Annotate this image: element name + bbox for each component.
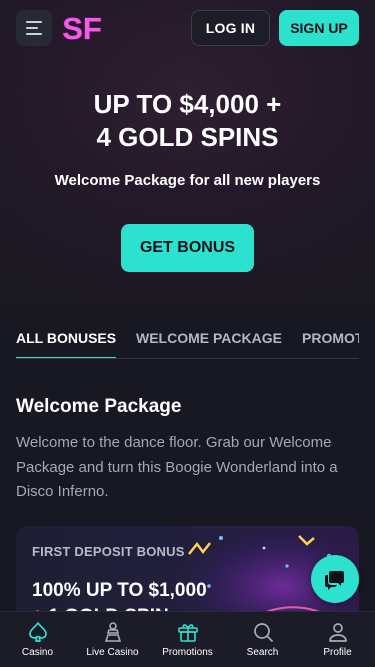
bottom-nav: Casino Live Casino Promotions Search Pro…: [0, 611, 375, 667]
tab-all-bonuses[interactable]: ALL BONUSES: [16, 330, 117, 358]
hero-title-line1: UP TO $4,000 +: [93, 89, 282, 119]
menu-button[interactable]: [16, 10, 52, 46]
search-icon: [253, 623, 273, 642]
dealer-icon: [104, 622, 121, 642]
section-description: Welcome to the dance floor. Grab our Wel…: [16, 434, 338, 500]
spade-icon: [28, 622, 47, 642]
nav-label-casino: Casino: [21, 647, 54, 658]
card-title-line1: 100% UP TO $1,000: [32, 580, 207, 601]
signup-button[interactable]: SIGN UP: [279, 10, 359, 46]
nav-label-live-casino: Live Casino: [86, 647, 139, 658]
logo[interactable]: SF: [60, 10, 104, 46]
nav-item-promotions[interactable]: Promotions: [150, 612, 225, 667]
nav-label-promotions: Promotions: [162, 647, 213, 658]
nav-item-profile[interactable]: Profile: [300, 612, 375, 667]
section-title: Welcome Package: [16, 396, 182, 417]
hamburger-menu-icon: [26, 21, 42, 23]
gift-icon: [177, 624, 198, 642]
nav-label-search: Search: [246, 647, 279, 658]
promotions-page: SF LOG IN SIGN UP UP TO $4,000 + 4 GOLD …: [0, 0, 375, 667]
chat-icon: [325, 571, 344, 590]
nav-item-search[interactable]: Search: [225, 612, 300, 667]
login-button[interactable]: LOG IN: [191, 10, 270, 46]
card-label: FIRST DEPOSIT BONUS: [32, 544, 185, 559]
nav-label-profile: Profile: [323, 647, 352, 658]
hero-subtitle: Welcome Package for all new players: [54, 172, 321, 189]
hero-title: UP TO $4,000 + 4 GOLD SPINS: [0, 88, 375, 154]
logo-text: SF: [62, 11, 102, 46]
hero-title-line2: 4 GOLD SPINS: [96, 122, 279, 152]
nav-item-live-casino[interactable]: Live Casino: [75, 612, 150, 667]
tab-welcome-package[interactable]: WELCOME PACKAGE: [136, 330, 282, 357]
user-icon: [328, 623, 347, 642]
bonus-tabs: ALL BONUSES WELCOME PACKAGE PROMOTIONS: [16, 322, 359, 359]
nav-item-casino[interactable]: Casino: [0, 612, 75, 667]
header: SF LOG IN SIGN UP: [0, 0, 375, 56]
chat-button[interactable]: [311, 555, 359, 603]
get-bonus-button[interactable]: GET BONUS: [121, 224, 254, 272]
tab-promotions[interactable]: PROMOTIONS: [302, 330, 359, 357]
